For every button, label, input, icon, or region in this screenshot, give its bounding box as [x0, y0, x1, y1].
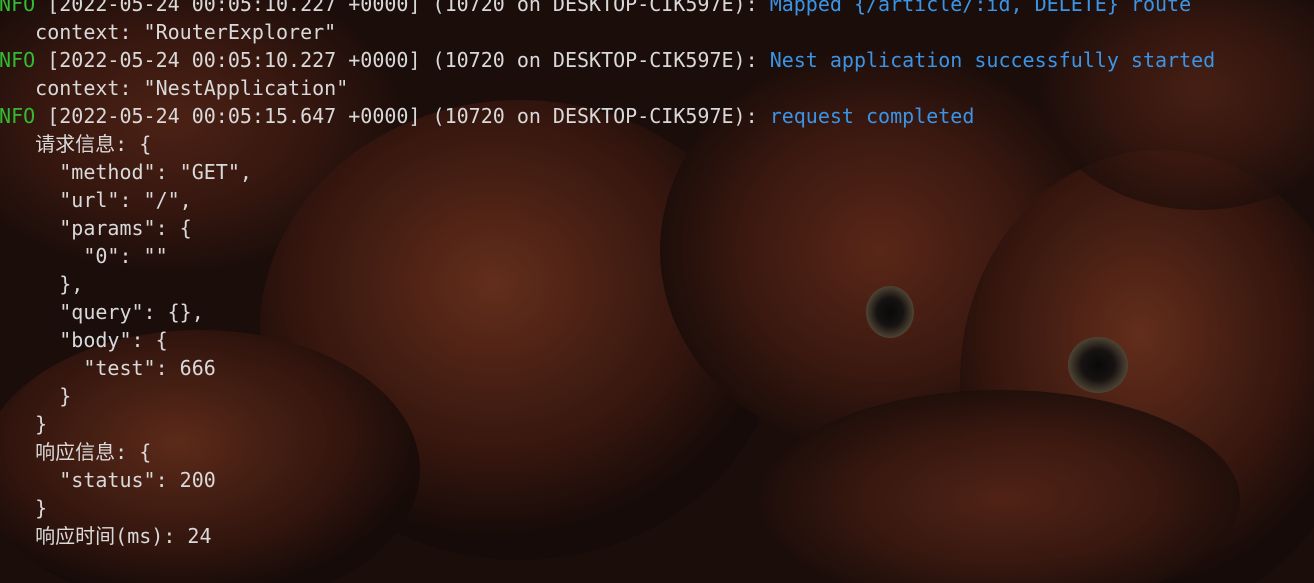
log-level: INFO [0, 104, 36, 128]
log-detail-line: } [59, 384, 72, 408]
log-detail-line: } [35, 412, 48, 436]
log-detail-line: "body": { [0, 328, 168, 352]
log-level: INFO [0, 48, 36, 72]
log-meta: [2022-05-24 00:05:15.647 +0000] (10720 o… [35, 104, 770, 128]
log-message: request completed [769, 104, 975, 128]
log-message: Mapped {/article/:id, DELETE} route [769, 0, 1192, 16]
log-message: Nest application successfully started [769, 48, 1216, 72]
log-detail-line: context: "NestApplication" [0, 76, 349, 100]
terminal-output[interactable]: INFO [2022-05-24 00:05:10.227 +0000] (10… [0, 0, 1314, 583]
log-detail-line: "params": { [0, 216, 192, 240]
log-detail-line: "0": "" [0, 244, 168, 268]
log-detail-line: 请求信息: { [0, 132, 152, 156]
log-detail-line: } [35, 496, 48, 520]
log-level: INFO [0, 0, 36, 16]
log-detail-line: 响应时间(ms): 24 [0, 524, 212, 548]
log-entry-line: INFO [2022-05-24 00:05:10.227 +0000] (10… [0, 46, 1215, 74]
log-detail-line: "query": {}, [0, 300, 204, 324]
log-detail-line: }, [59, 272, 84, 296]
log-detail-line: "status": 200 [0, 468, 216, 492]
log-entry-line: INFO [2022-05-24 00:05:15.647 +0000] (10… [0, 102, 974, 130]
log-detail-line: "url": "/", [0, 188, 192, 212]
log-meta: [2022-05-24 00:05:10.227 +0000] (10720 o… [35, 0, 770, 16]
log-meta: [2022-05-24 00:05:10.227 +0000] (10720 o… [35, 48, 770, 72]
log-entry-line: INFO [2022-05-24 00:05:10.227 +0000] (10… [0, 0, 1191, 18]
log-detail-line: 响应信息: { [0, 440, 152, 464]
log-detail-line: "test": 666 [0, 356, 216, 380]
log-detail-line: "method": "GET", [0, 160, 252, 184]
log-detail-line: context: "RouterExplorer" [0, 20, 337, 44]
